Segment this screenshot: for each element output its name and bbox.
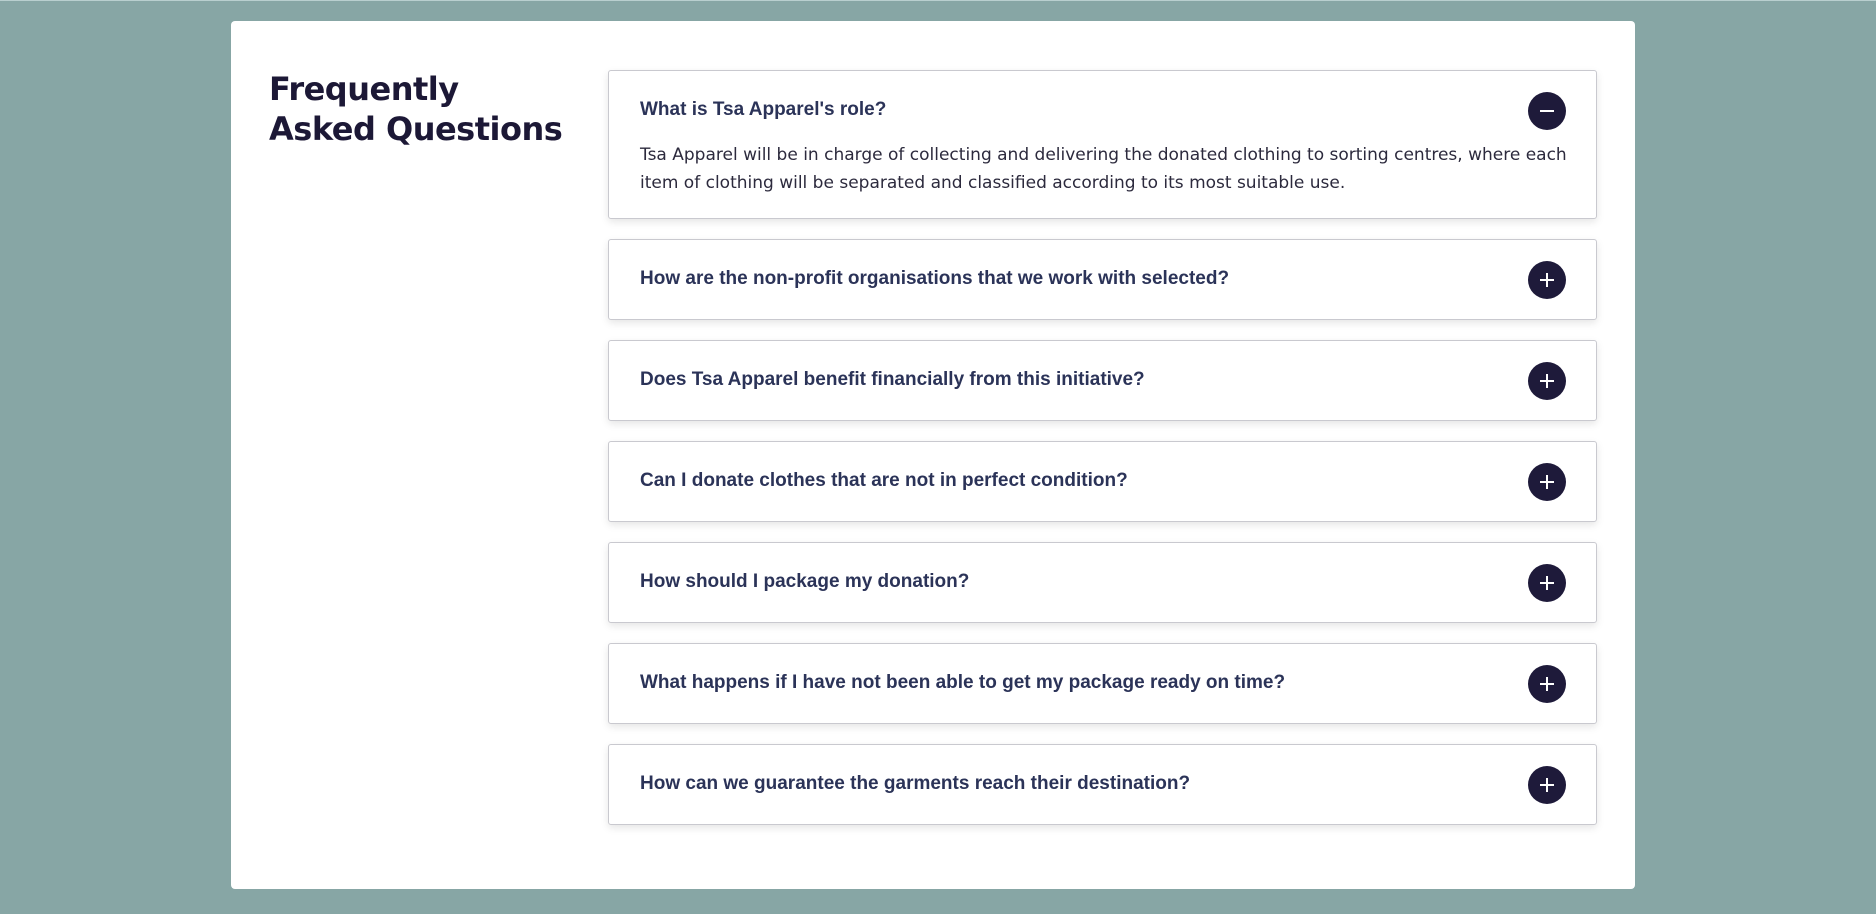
- page: { "page": { "title": "Frequently Asked Q…: [0, 0, 1876, 914]
- faq-item-condition[interactable]: Can I donate clothes that are not in per…: [608, 441, 1597, 522]
- expand-button[interactable]: [1528, 261, 1566, 299]
- expand-button[interactable]: [1528, 766, 1566, 804]
- page-title: Frequently Asked Questions: [269, 70, 563, 148]
- expand-button[interactable]: [1528, 564, 1566, 602]
- expand-button[interactable]: [1528, 463, 1566, 501]
- faq-item-late[interactable]: What happens if I have not been able to …: [608, 643, 1597, 724]
- top-border: [0, 0, 1876, 1]
- faq-item-package[interactable]: How should I package my donation?: [608, 542, 1597, 623]
- plus-icon: [1528, 766, 1566, 804]
- collapse-button[interactable]: [1528, 92, 1566, 130]
- faq-answer: Tsa Apparel will be in charge of collect…: [640, 145, 1567, 193]
- faq-question[interactable]: How should I package my donation?: [640, 571, 969, 593]
- faq-question[interactable]: What happens if I have not been able to …: [640, 672, 1285, 694]
- faq-question[interactable]: What is Tsa Apparel's role?: [640, 99, 886, 121]
- plus-icon: [1528, 362, 1566, 400]
- faq-item-destination[interactable]: How can we guarantee the garments reach …: [608, 744, 1597, 825]
- minus-icon: [1528, 92, 1566, 130]
- faq-item-selection[interactable]: How are the non-profit organisations tha…: [608, 239, 1597, 320]
- faq-list: What is Tsa Apparel's role? Tsa Apparel …: [608, 70, 1597, 845]
- plus-icon: [1528, 261, 1566, 299]
- faq-question[interactable]: How can we guarantee the garments reach …: [640, 773, 1190, 795]
- faq-card: Frequently Asked Questions What is Tsa A…: [231, 21, 1635, 889]
- plus-icon: [1528, 665, 1566, 703]
- faq-question[interactable]: Does Tsa Apparel benefit financially fro…: [640, 369, 1145, 391]
- plus-icon: [1528, 463, 1566, 501]
- expand-button[interactable]: [1528, 665, 1566, 703]
- faq-item-financial[interactable]: Does Tsa Apparel benefit financially fro…: [608, 340, 1597, 421]
- faq-item-role[interactable]: What is Tsa Apparel's role? Tsa Apparel …: [608, 70, 1597, 219]
- faq-question[interactable]: How are the non-profit organisations tha…: [640, 268, 1229, 290]
- faq-question[interactable]: Can I donate clothes that are not in per…: [640, 470, 1128, 492]
- plus-icon: [1528, 564, 1566, 602]
- expand-button[interactable]: [1528, 362, 1566, 400]
